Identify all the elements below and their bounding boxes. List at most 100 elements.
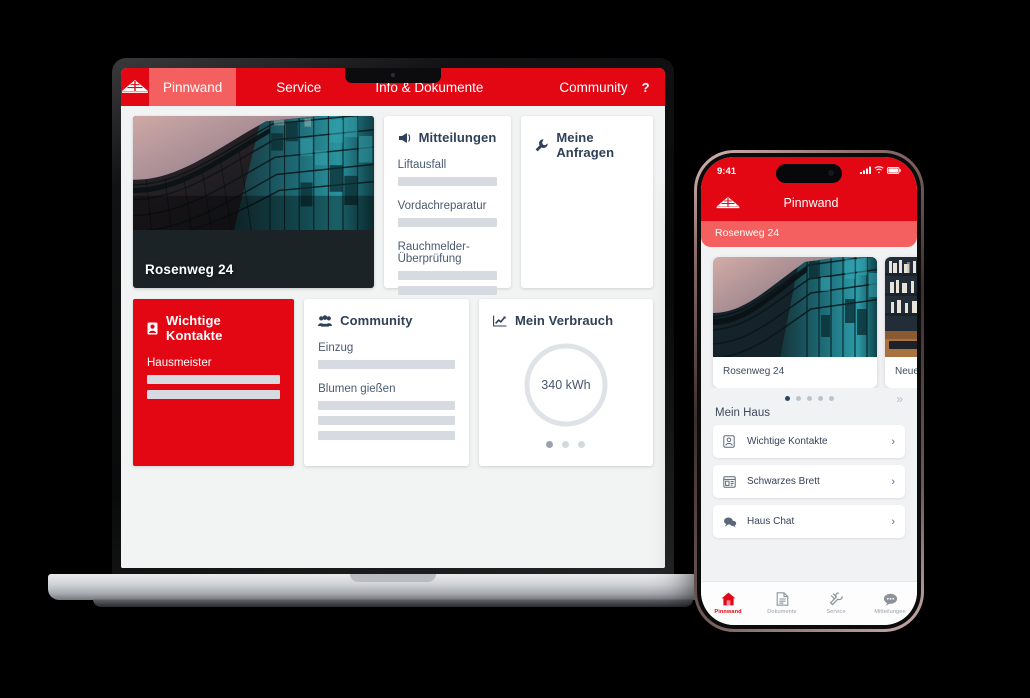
chat-icon[interactable] [664, 81, 665, 93]
card-mitteilungen-title-text: Mitteilungen [418, 130, 497, 145]
pager-dot[interactable] [578, 441, 586, 448]
list-item-label: Schwarzes Brett [747, 476, 820, 487]
list-item[interactable]: Haus Chat › [713, 505, 905, 538]
laptop-device: Pinnwand Service Info & Dokumente Commun… [48, 58, 738, 607]
gauge-container: 340 kWh [493, 342, 639, 428]
help-icon[interactable]: ? [642, 80, 650, 95]
megaphone-icon [398, 132, 411, 144]
tab-service[interactable]: Service [262, 68, 335, 106]
carousel-image [885, 257, 917, 357]
tab-pinnwand-label: Pinnwand [163, 79, 223, 95]
phone-screen: 9:41 Pinnwand Rosenweg 24 Rosenweg 24 Ne… [701, 157, 917, 625]
phone-menu-list: Wichtige Kontakte › Schwarzes Brett › Ha… [701, 425, 917, 538]
phone-carousel[interactable]: Rosenweg 24 Neue [701, 247, 917, 388]
card-community[interactable]: Community Einzug Blumen gießen [304, 299, 469, 466]
pager-dots [784, 396, 834, 401]
hero-caption: Rosenweg 24 [145, 262, 234, 277]
roof-logo-icon [122, 80, 148, 93]
phone-house-selector[interactable]: Rosenweg 24 [701, 221, 917, 247]
chevron-right-icon: › [891, 435, 895, 448]
laptop-base [48, 574, 738, 600]
community-item-label: Einzug [318, 342, 354, 354]
card-mein-verbrauch[interactable]: Mein Verbrauch 340 kWh [478, 299, 653, 466]
phone-pager: » [701, 388, 917, 406]
brand-logo[interactable] [121, 79, 149, 95]
card-kontakte-title: Wichtige Kontakte [147, 313, 280, 343]
tab-community[interactable]: Community [545, 68, 641, 106]
pager-dot[interactable] [817, 396, 823, 401]
tabbar-label: Pinnwand [714, 609, 742, 615]
tab-pinnwand[interactable]: Pinnwand [149, 68, 237, 106]
card-wichtige-kontakte[interactable]: Wichtige Kontakte Hausmeister [133, 299, 295, 466]
desktop-nav-icons: ? [642, 80, 665, 95]
tabbar-label: Service [826, 609, 846, 615]
pager-dot[interactable] [546, 441, 554, 448]
phone-brand-logo[interactable] [715, 196, 749, 210]
mitteilung-item-label: Rauchmelder-Überprüfung [397, 241, 470, 265]
phone-bezel: 9:41 Pinnwand Rosenweg 24 Rosenweg 24 Ne… [697, 153, 921, 629]
tabbar-label: Mitteilungen [874, 608, 906, 615]
tabbar-item-service[interactable]: Service [809, 592, 863, 615]
tabbar-item-pinnwand[interactable]: Pinnwand [701, 592, 755, 615]
dashboard-row-top: Rosenweg 24 Mitteilungen Liftausfall Vor… [133, 116, 653, 295]
phone-house-label: Rosenweg 24 [715, 227, 780, 239]
desktop-dashboard: Rosenweg 24 Mitteilungen Liftausfall Vor… [121, 106, 665, 568]
list-item-label: Haus Chat [747, 516, 795, 527]
pager-dot[interactable] [828, 396, 834, 401]
card-meine-anfragen[interactable]: Meine Anfragen [521, 116, 653, 288]
laptop-foot [93, 599, 693, 607]
chart-line-icon [492, 315, 507, 327]
laptop-notch [345, 68, 441, 83]
document-icon [776, 592, 789, 606]
wrench-icon [535, 138, 548, 152]
hero-building-card[interactable]: Rosenweg 24 [133, 116, 374, 288]
tabbar-item-dokumente[interactable]: Dokumente [755, 592, 809, 615]
carousel-image [713, 257, 877, 357]
pager-dot[interactable] [562, 441, 570, 448]
skeleton-line [147, 375, 281, 384]
roof-logo-icon [716, 196, 740, 209]
people-icon [318, 314, 333, 327]
card-mitteilungen[interactable]: Mitteilungen Liftausfall Vordachreparatu… [383, 116, 512, 295]
speech-bubble-icon [883, 593, 898, 606]
skeleton-line [397, 177, 498, 186]
status-indicators [860, 165, 901, 177]
bookshelf-photo [885, 257, 917, 357]
skeleton-line [397, 271, 498, 280]
chat-bubbles-icon [723, 516, 743, 528]
card-community-title-text: Community [340, 313, 413, 328]
phone-tabbar: Pinnwand Dokumente Service Mitteilungen [701, 581, 917, 625]
skeleton-line [318, 416, 455, 425]
dashboard-row-bottom: Wichtige Kontakte Hausmeister Community … [133, 299, 653, 466]
mitteilung-item-label: Vordachreparatur [397, 200, 487, 212]
pager-dot[interactable] [784, 396, 790, 401]
consumption-gauge: 340 kWh [523, 342, 609, 428]
list-item[interactable]: Wichtige Kontakte › [713, 425, 905, 458]
laptop-lid: Pinnwand Service Info & Dokumente Commun… [112, 58, 674, 580]
skeleton-line [397, 286, 498, 295]
contact-card-icon [723, 435, 743, 448]
tab-community-label: Community [559, 79, 628, 95]
pager-dot[interactable] [795, 396, 801, 401]
community-item-label: Blumen gießen [318, 383, 396, 395]
status-time: 9:41 [717, 165, 737, 177]
skeleton-line [147, 390, 281, 399]
mitteilung-item-label: Liftausfall [397, 159, 447, 171]
skeleton-line [397, 218, 498, 227]
tabbar-item-mitteilungen[interactable]: Mitteilungen [863, 593, 917, 615]
pager-dot[interactable] [806, 396, 812, 401]
carousel-card[interactable]: Neues [885, 257, 917, 388]
list-item-label: Wichtige Kontakte [747, 436, 828, 447]
card-kontakte-title-text: Wichtige Kontakte [166, 313, 223, 343]
tools-icon [829, 592, 844, 606]
tabbar-label: Dokumente [767, 609, 797, 615]
phone-header: Pinnwand [701, 185, 917, 221]
building-facade-photo [713, 257, 877, 357]
list-item[interactable]: Schwarzes Brett › [713, 465, 905, 498]
dynamic-island [776, 164, 842, 183]
carousel-card[interactable]: Rosenweg 24 [713, 257, 877, 388]
card-anfragen-title-text: Meine Anfragen [556, 130, 615, 160]
carousel-next-icon[interactable]: » [896, 392, 903, 406]
chevron-right-icon: › [891, 515, 895, 528]
card-anfragen-title: Meine Anfragen [535, 130, 639, 160]
